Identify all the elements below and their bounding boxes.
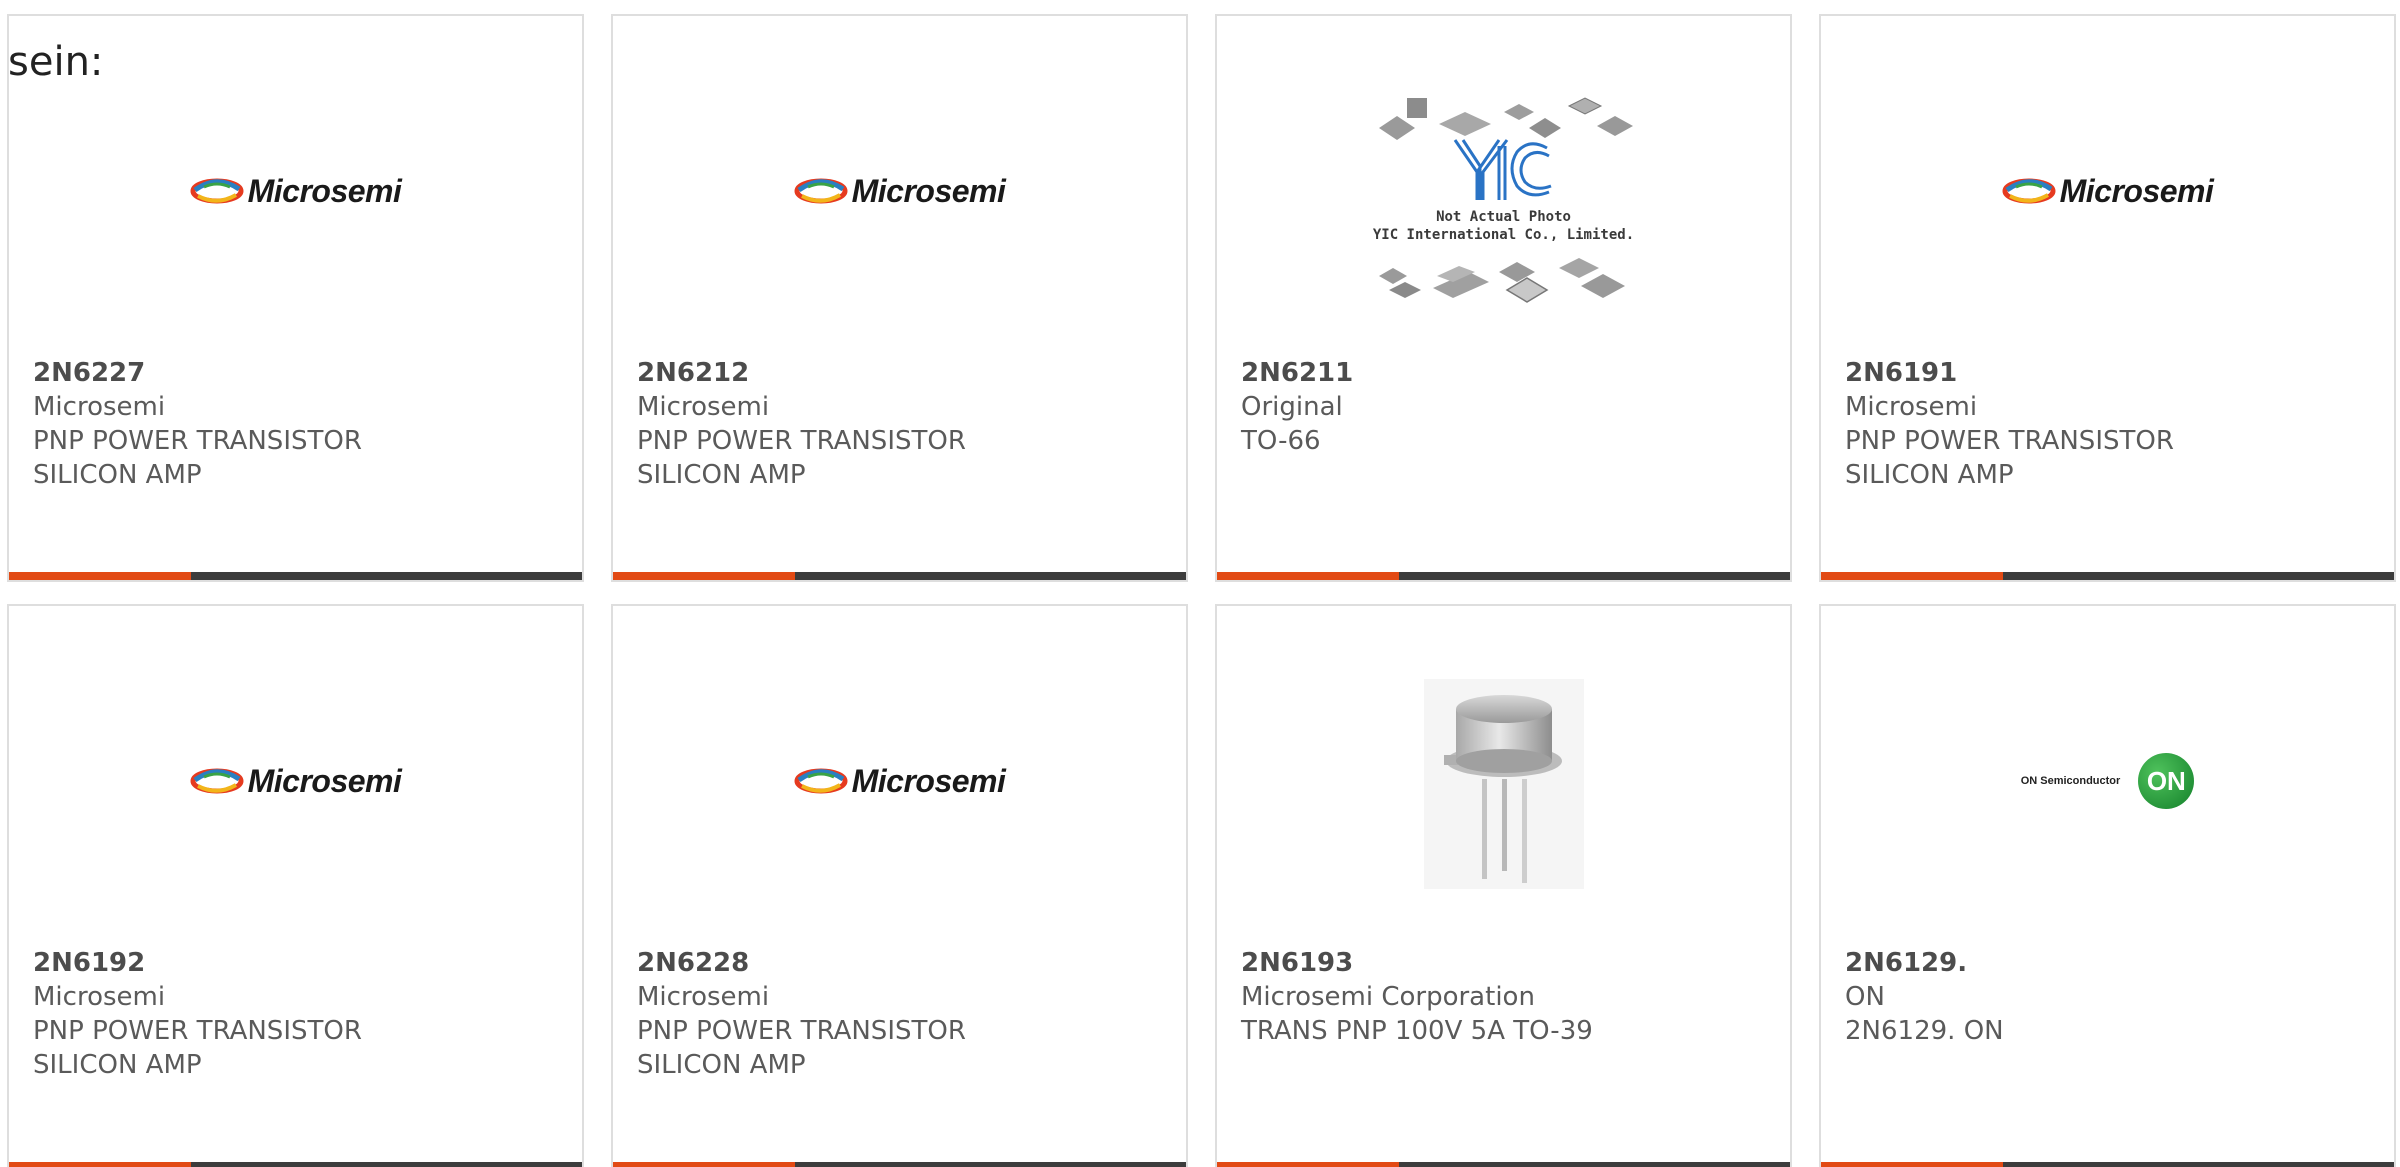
description-line-2: SILICON AMP — [637, 1050, 806, 1080]
card-footer-bar — [9, 1162, 582, 1167]
card-accent-bar — [1821, 1162, 2003, 1167]
part-number[interactable]: 2N6227 — [33, 356, 566, 390]
description-line-1: TRANS PNP 100V 5A TO-39 — [1241, 1016, 1593, 1046]
product-image[interactable]: Microsemi — [9, 606, 582, 936]
microsemi-swirl-icon — [794, 178, 848, 204]
description-line-2: SILICON AMP — [33, 460, 202, 490]
microsemi-swirl-icon — [794, 768, 848, 794]
manufacturer: ON — [1845, 982, 1885, 1012]
microsemi-logo: Microsemi — [794, 763, 1006, 800]
description-line-2: SILICON AMP — [33, 1050, 202, 1080]
card-footer-bar — [613, 1162, 1186, 1167]
product-info: 2N6192 Microsemi PNP POWER TRANSISTOR SI… — [33, 946, 566, 1082]
description-line-1: PNP POWER TRANSISTOR — [33, 1016, 362, 1046]
part-number[interactable]: 2N6212 — [637, 356, 1170, 390]
to39-transistor-photo — [1423, 679, 1584, 893]
card-footer-bar — [1217, 572, 1790, 580]
part-number[interactable]: 2N6191 — [1845, 356, 2378, 390]
transistor-package-icon — [1423, 679, 1584, 889]
manufacturer: Microsemi Corporation — [1241, 982, 1535, 1012]
description-line-1: 2N6129. ON — [1845, 1016, 2004, 1046]
card-accent-bar — [1217, 1162, 1399, 1167]
card-accent-bar — [9, 572, 191, 580]
description-line-1: PNP POWER TRANSISTOR — [33, 426, 362, 456]
product-info: 2N6228 Microsemi PNP POWER TRANSISTOR SI… — [637, 946, 1170, 1082]
yic-placeholder-image: Not Actual Photo YIC International Co., … — [1359, 76, 1649, 326]
microsemi-swirl-icon — [2002, 178, 2056, 204]
part-number[interactable]: 2N6211 — [1241, 356, 1774, 390]
product-card-2n6191[interactable]: Microsemi 2N6191 Microsemi PNP POWER TRA… — [1819, 14, 2396, 582]
product-card-2n6193[interactable]: 2N6193 Microsemi Corporation TRANS PNP 1… — [1215, 604, 1792, 1167]
description-line-2: SILICON AMP — [637, 460, 806, 490]
manufacturer: Microsemi — [33, 392, 166, 422]
card-accent-bar — [1217, 572, 1399, 580]
microsemi-logo: Microsemi — [794, 173, 1006, 210]
product-card-2n6212[interactable]: Microsemi 2N6212 Microsemi PNP POWER TRA… — [611, 14, 1188, 582]
product-grid: Microsemi 2N6227 Microsemi PNP POWER TRA… — [7, 14, 2400, 1167]
card-accent-bar — [1821, 572, 2003, 580]
product-image[interactable]: Microsemi — [1821, 16, 2394, 346]
on-badge-icon: ON — [2138, 753, 2195, 809]
product-image[interactable]: Microsemi — [613, 16, 1186, 346]
product-card-2n6227[interactable]: Microsemi 2N6227 Microsemi PNP POWER TRA… — [7, 14, 584, 582]
manufacturer: Original — [1241, 392, 1343, 422]
card-accent-bar — [613, 572, 795, 580]
microsemi-logo: Microsemi — [190, 763, 402, 800]
description-line-1: PNP POWER TRANSISTOR — [637, 1016, 966, 1046]
microsemi-swirl-icon — [190, 768, 244, 794]
part-number[interactable]: 2N6228 — [637, 946, 1170, 980]
card-footer-bar — [613, 572, 1186, 580]
part-number[interactable]: 2N6193 — [1241, 946, 1774, 980]
on-semiconductor-logo: ON Semiconductor ON — [2021, 753, 2195, 809]
product-card-2n6211[interactable]: Not Actual Photo YIC International Co., … — [1215, 14, 1792, 582]
microsemi-swirl-icon — [190, 178, 244, 204]
microsemi-logo: Microsemi — [190, 173, 402, 210]
description-line-1: TO-66 — [1241, 426, 1321, 456]
chip-packages-illustration-icon — [1378, 97, 1633, 303]
manufacturer: Microsemi — [637, 982, 770, 1012]
part-number[interactable]: 2N6129. — [1845, 946, 2378, 980]
card-footer-bar — [1821, 1162, 2394, 1167]
microsemi-logo: Microsemi — [2002, 173, 2214, 210]
product-info: 2N6211 Original TO-66 — [1241, 356, 1774, 458]
description-line-2: SILICON AMP — [1845, 460, 2014, 490]
product-info: 2N6212 Microsemi PNP POWER TRANSISTOR SI… — [637, 356, 1170, 492]
manufacturer: Microsemi — [637, 392, 770, 422]
product-image[interactable]: Microsemi — [613, 606, 1186, 936]
product-info: 2N6193 Microsemi Corporation TRANS PNP 1… — [1241, 946, 1774, 1048]
product-image[interactable]: Not Actual Photo YIC International Co., … — [1217, 16, 1790, 346]
product-image[interactable]: ON Semiconductor ON — [1821, 606, 2394, 936]
product-listing-page: sein: Microsemi 2N6227 Microsemi PNP POW… — [0, 0, 2400, 1167]
intro-text: sein: — [8, 39, 104, 85]
card-footer-bar — [1821, 572, 2394, 580]
product-info: 2N6129. ON 2N6129. ON — [1845, 946, 2378, 1048]
description-line-1: PNP POWER TRANSISTOR — [1845, 426, 2174, 456]
product-card-2n6192[interactable]: Microsemi 2N6192 Microsemi PNP POWER TRA… — [7, 604, 584, 1167]
part-number[interactable]: 2N6192 — [33, 946, 566, 980]
product-card-2n6129[interactable]: ON Semiconductor ON 2N6129. ON 2N6129. O… — [1819, 604, 2396, 1167]
description-line-1: PNP POWER TRANSISTOR — [637, 426, 966, 456]
manufacturer: Microsemi — [1845, 392, 1978, 422]
product-card-2n6228[interactable]: Microsemi 2N6228 Microsemi PNP POWER TRA… — [611, 604, 1188, 1167]
product-info: 2N6191 Microsemi PNP POWER TRANSISTOR SI… — [1845, 356, 2378, 492]
card-footer-bar — [9, 572, 582, 580]
product-info: 2N6227 Microsemi PNP POWER TRANSISTOR SI… — [33, 356, 566, 492]
card-accent-bar — [9, 1162, 191, 1167]
card-accent-bar — [613, 1162, 795, 1167]
manufacturer: Microsemi — [33, 982, 166, 1012]
photo-caption: Not Actual Photo YIC International Co., … — [1372, 209, 1635, 243]
product-image[interactable] — [1217, 606, 1790, 936]
card-footer-bar — [1217, 1162, 1790, 1167]
